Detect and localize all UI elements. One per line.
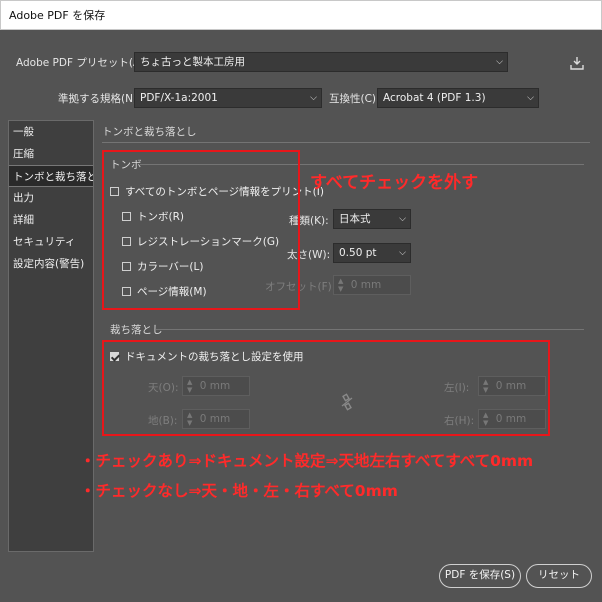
window-title: Adobe PDF を保存 [0, 0, 602, 30]
weight-value: 0.50 pt [339, 247, 377, 259]
chevron-down-icon: ⌵ [496, 57, 503, 67]
section-divider [102, 142, 590, 143]
sidebar-item-summary[interactable]: 設定内容(警告) [9, 253, 93, 275]
preset-select[interactable]: ちょ古っと製本工房用 ⌵ [134, 52, 508, 72]
standard-label: 準拠する規格(N): [58, 93, 141, 105]
preset-label: Adobe PDF プリセット(A): [16, 57, 148, 69]
kind-select[interactable]: 日本式 ⌵ [333, 209, 411, 229]
sidebar-item-general[interactable]: 一般 [9, 121, 93, 143]
chevron-down-icon: ⌵ [399, 214, 406, 224]
marks-section-title: トンボと裁ち落とし [102, 126, 197, 138]
standard-value: PDF/X-1a:2001 [140, 92, 218, 104]
compat-select[interactable]: Acrobat 4 (PDF 1.3) ⌵ [377, 88, 539, 108]
save-preset-icon[interactable] [570, 56, 584, 70]
chevron-down-icon: ⌵ [310, 93, 317, 103]
preset-value: ちょ古っと製本工房用 [140, 56, 245, 68]
uncheck-all-annotation: すべてチェックを外す [310, 173, 479, 193]
bleed-divider [156, 329, 584, 330]
offset-value: 0 mm [350, 279, 382, 291]
offset-input[interactable]: ▲ ▼ 0 mm [333, 275, 411, 295]
sidebar-item-marks-bleeds[interactable]: トンボと裁ち落とし [9, 165, 93, 187]
chevron-down-icon: ⌵ [527, 93, 534, 103]
sidebar-item-security[interactable]: セキュリティ [9, 231, 93, 253]
save-pdf-button[interactable]: PDF を保存(S) [439, 564, 521, 588]
save-pdf-dialog: Adobe PDF プリセット(A): ちょ古っと製本工房用 ⌵ 準拠する規格(… [0, 30, 602, 602]
compat-label: 互換性(C): [329, 93, 380, 105]
bleed-section-title: 裁ち落とし [110, 324, 163, 336]
bleed-highlight-box [102, 340, 550, 436]
unchecked-case-annotation: ・チェックなし⇒天・地・左・右すべて0mm [80, 482, 398, 500]
stepper-arrows-icon: ▲ ▼ [338, 277, 344, 293]
sidebar-item-compression[interactable]: 圧縮 [9, 143, 93, 165]
weight-select[interactable]: 0.50 pt ⌵ [333, 243, 411, 263]
kind-value: 日本式 [339, 213, 371, 225]
reset-button[interactable]: リセット [526, 564, 592, 588]
sidebar-item-output[interactable]: 出力 [9, 187, 93, 209]
marks-highlight-box [102, 150, 300, 310]
standard-select[interactable]: PDF/X-1a:2001 ⌵ [134, 88, 322, 108]
checked-case-annotation: ・チェックあり⇒ドキュメント設定⇒天地左右すべてすべて0mm [80, 452, 534, 470]
compat-value: Acrobat 4 (PDF 1.3) [383, 92, 486, 104]
chevron-down-icon: ⌵ [399, 248, 406, 258]
sidebar-item-advanced[interactable]: 詳細 [9, 209, 93, 231]
